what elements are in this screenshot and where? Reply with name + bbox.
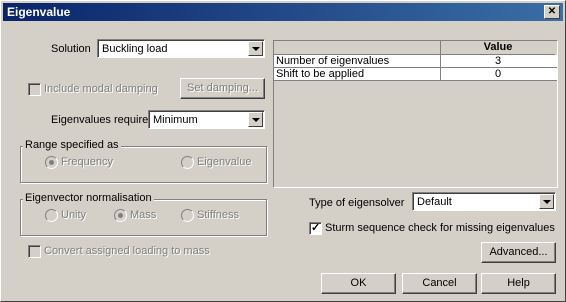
table-header: Value — [274, 41, 557, 55]
checkmark-icon: ✓ — [311, 222, 321, 234]
ok-button[interactable]: OK — [321, 273, 396, 294]
range-eigenvalue-radio[interactable] — [181, 156, 194, 169]
sturm-checkbox[interactable]: ✓ — [309, 222, 322, 235]
table-row[interactable]: Shift to be applied 0 — [274, 68, 557, 81]
table-cell-name: Shift to be applied — [276, 68, 365, 80]
range-group-title: Range specified as — [23, 139, 121, 151]
solution-value: Buckling load — [102, 43, 168, 55]
sturm-label: Sturm sequence check for missing eigenva… — [325, 222, 555, 234]
range-frequency-label: Frequency — [61, 156, 113, 168]
modal-damping-checkbox[interactable] — [28, 83, 41, 96]
table-cell-value[interactable]: 0 — [441, 68, 555, 80]
set-damping-button[interactable]: Set damping... — [180, 78, 265, 99]
help-button[interactable]: Help — [481, 273, 556, 294]
eigensolver-label: Type of eigensolver — [309, 197, 405, 209]
chevron-down-icon[interactable] — [539, 194, 554, 209]
window-title: Eigenvalue — [7, 5, 71, 19]
radio-dot-icon — [118, 213, 123, 218]
normalisation-stiffness-label: Stiffness — [197, 209, 239, 221]
range-eigenvalue-label: Eigenvalue — [197, 156, 252, 168]
cancel-button[interactable]: Cancel — [402, 273, 477, 294]
normalisation-mass-label: Mass — [130, 209, 157, 221]
normalisation-unity-radio[interactable] — [45, 209, 58, 222]
chevron-down-icon[interactable] — [248, 41, 263, 56]
convert-loading-checkbox[interactable] — [28, 245, 41, 258]
eigensolver-select[interactable]: Default — [412, 192, 556, 211]
normalisation-mass-radio[interactable] — [114, 209, 127, 222]
range-frequency-radio[interactable] — [45, 156, 58, 169]
convert-loading-label: Convert assigned loading to mass — [44, 245, 210, 257]
eigensolver-value: Default — [417, 196, 452, 208]
table-cell-value[interactable]: 3 — [441, 55, 555, 67]
table-cell-name: Number of eigenvalues — [276, 55, 390, 67]
parameters-table: Value Number of eigenvalues 3 Shift to b… — [273, 40, 558, 188]
eigenvalues-required-select[interactable]: Minimum — [148, 110, 265, 129]
close-icon: ✕ — [547, 6, 557, 17]
modal-damping-label: Include modal damping — [44, 83, 158, 95]
radio-dot-icon — [49, 160, 54, 165]
normalisation-group-title: Eigenvector normalisation — [23, 192, 154, 204]
table-header-name — [274, 41, 441, 55]
normalisation-unity-label: Unity — [61, 209, 87, 221]
chevron-down-icon[interactable] — [248, 112, 263, 127]
title-bar[interactable]: Eigenvalue ✕ — [3, 3, 563, 21]
eigenvalue-dialog: Eigenvalue ✕ Solution Buckling load Incl… — [0, 0, 566, 302]
normalisation-stiffness-radio[interactable] — [181, 209, 194, 222]
solution-select[interactable]: Buckling load — [97, 39, 265, 58]
close-button[interactable]: ✕ — [544, 5, 560, 19]
table-row[interactable]: Number of eigenvalues 3 — [274, 55, 557, 68]
advanced-button[interactable]: Advanced... — [481, 242, 556, 263]
solution-label: Solution — [51, 43, 91, 55]
table-header-value: Value — [441, 41, 555, 55]
eigenvalues-required-value: Minimum — [153, 114, 198, 126]
eigenvalues-required-label: Eigenvalues required — [51, 114, 155, 126]
